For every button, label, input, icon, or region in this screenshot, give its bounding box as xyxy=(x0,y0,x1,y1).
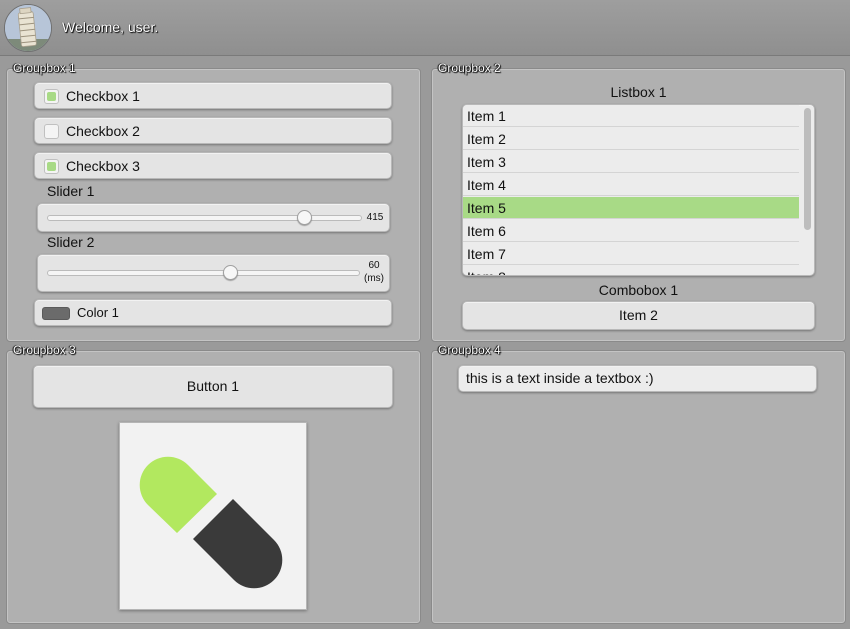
tower-icon xyxy=(5,5,51,51)
checkbox-2-label: Checkbox 2 xyxy=(66,123,140,139)
slider-1-label: Slider 1 xyxy=(47,183,95,199)
list-item[interactable]: Item 8 xyxy=(463,266,799,275)
checkbox-2[interactable]: Checkbox 2 xyxy=(34,117,392,144)
welcome-text: Welcome, user. xyxy=(62,19,159,35)
list-item[interactable]: Item 2 xyxy=(463,128,799,150)
color-1-label: Color 1 xyxy=(77,305,119,320)
list-item[interactable]: Item 6 xyxy=(463,220,799,242)
button-1[interactable]: Button 1 xyxy=(33,365,393,408)
slider-2-label: Slider 2 xyxy=(47,234,95,250)
top-bar: Welcome, user. xyxy=(0,0,850,56)
list-item[interactable]: Item 3 xyxy=(463,151,799,173)
checkbox-1[interactable]: Checkbox 1 xyxy=(34,82,392,109)
groupbox-4-title: Groupbox 4 xyxy=(438,343,501,357)
checkbox-3-label: Checkbox 3 xyxy=(66,158,140,174)
checkbox-3-box[interactable] xyxy=(44,159,59,174)
list-item[interactable]: Item 7 xyxy=(463,243,799,265)
listbox-1-label: Listbox 1 xyxy=(610,84,667,100)
groupbox-1-title: Groupbox 1 xyxy=(13,61,76,75)
groupbox-2-title: Groupbox 2 xyxy=(438,61,501,75)
listbox-1[interactable]: Item 1 Item 2 Item 3 Item 4 Item 5 Item … xyxy=(462,104,815,276)
combobox-1[interactable]: Item 2 xyxy=(462,301,815,330)
slider-2-thumb[interactable] xyxy=(223,265,239,280)
color-1-swatch[interactable] xyxy=(42,307,70,320)
listbox-scrollbar[interactable] xyxy=(804,108,811,230)
list-item[interactable]: Item 4 xyxy=(463,174,799,196)
pill-icon xyxy=(139,456,283,589)
groupbox-1: Groupbox 1 Checkbox 1 Checkbox 2 Checkbo… xyxy=(6,61,421,342)
slider-1-thumb[interactable] xyxy=(296,210,312,225)
checkbox-1-box[interactable] xyxy=(44,89,59,104)
slider-1-value: 415 xyxy=(366,212,384,223)
groupbox-2: Groupbox 2 Listbox 1 Item 1 Item 2 Item … xyxy=(431,61,846,342)
slider-2[interactable]: 60 (ms) xyxy=(37,254,390,292)
checkbox-2-box[interactable] xyxy=(44,124,59,139)
textbox-1[interactable]: this is a text inside a textbox :) xyxy=(458,365,817,392)
user-avatar[interactable] xyxy=(4,4,52,52)
button-1-label: Button 1 xyxy=(186,378,240,394)
image-frame xyxy=(119,422,307,610)
color-1-picker[interactable]: Color 1 xyxy=(34,299,392,326)
combobox-1-value: Item 2 xyxy=(619,307,658,323)
groupbox-3: Groupbox 3 Button 1 xyxy=(6,343,421,624)
combobox-1-label: Combobox 1 xyxy=(598,282,679,298)
textbox-1-value: this is a text inside a textbox :) xyxy=(466,370,654,386)
slider-2-unit: (ms) xyxy=(364,273,384,284)
slider-2-value: 60 xyxy=(368,260,380,271)
list-item-selected[interactable]: Item 5 xyxy=(463,197,799,219)
slider-1-track[interactable] xyxy=(47,215,362,221)
groupbox-4: Groupbox 4 this is a text inside a textb… xyxy=(431,343,846,624)
slider-1[interactable]: 415 xyxy=(37,203,390,232)
checkbox-3[interactable]: Checkbox 3 xyxy=(34,152,392,179)
slider-2-track[interactable] xyxy=(47,270,360,276)
checkbox-1-label: Checkbox 1 xyxy=(66,88,140,104)
groupbox-3-title: Groupbox 3 xyxy=(13,343,76,357)
list-item[interactable]: Item 1 xyxy=(463,105,799,127)
